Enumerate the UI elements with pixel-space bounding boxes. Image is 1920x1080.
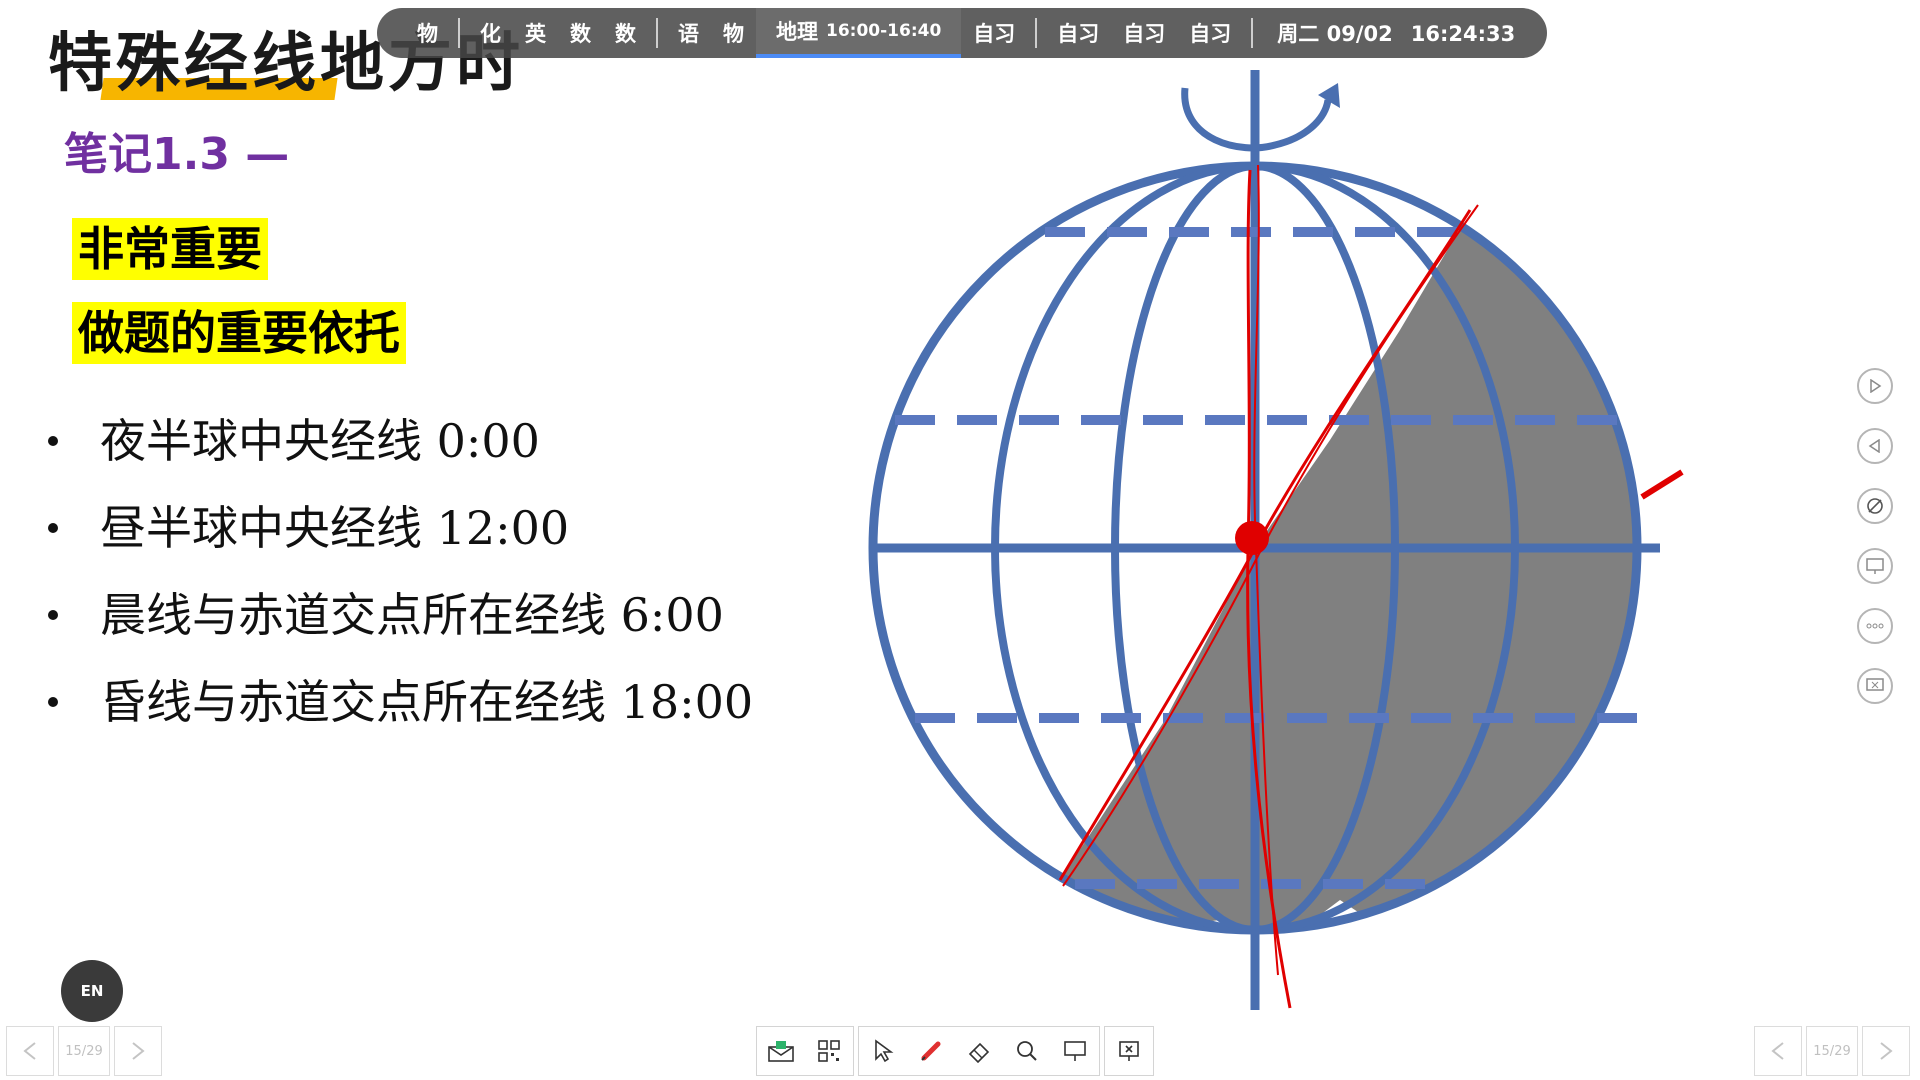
bottom-toolbar [756,1026,1158,1076]
red-annotation-point [1235,521,1269,555]
input-language-label: EN [80,982,104,1000]
page-indicator: 15/29 [1806,1026,1858,1076]
side-toolbar [1857,368,1897,728]
close-screen-icon[interactable] [1857,668,1893,704]
bullet-item: 昼半球中央经线 12:00 [40,495,753,582]
note-heading: 笔记1.3 — [64,129,290,180]
bullet-text: 夜半球中央经线 0:00 [100,414,540,468]
bullet-dot [48,697,58,707]
schedule-separator [1035,18,1038,48]
screen-share-icon[interactable] [1857,548,1893,584]
pen-off-icon[interactable] [1857,488,1893,524]
bullet-text: 晨线与赤道交点所在经线 6:00 [100,588,724,642]
schedule-separator [458,18,460,48]
qr-icon[interactable] [805,1027,853,1075]
board-icon[interactable] [1051,1027,1099,1075]
exit-slide-icon[interactable] [1105,1027,1153,1075]
prev-page-button[interactable] [1754,1026,1802,1076]
pager-left: 15/29 [6,1026,166,1076]
play-prev-icon[interactable] [1857,428,1893,464]
bullet-item: 夜半球中央经线 0:00 [40,408,753,495]
eraser-icon[interactable] [955,1027,1003,1075]
schedule-separator [656,18,658,48]
play-next-icon[interactable] [1857,368,1893,404]
bullet-dot [48,523,58,533]
schedule-item[interactable]: 语 [666,18,711,48]
highlight-basis: 做题的重要依托 [72,302,406,364]
bullet-text: 昼半球中央经线 12:00 [100,501,570,555]
highlight-important: 非常重要 [72,218,268,280]
page-indicator: 15/29 [58,1026,110,1076]
globe-diagram [868,70,1684,1010]
schedule-clock: 周二 09/02 16:24:33 [1265,18,1545,48]
next-page-button[interactable] [114,1026,162,1076]
bullet-dot [48,436,58,446]
schedule-item[interactable]: 物 [711,18,756,48]
toolbar-group [756,1026,854,1076]
bullet-item: 昏线与赤道交点所在经线 18:00 [40,669,753,756]
schedule-bar: 物 化 英 数 数 语 物 地理 16:00-16:40 自习 自习 自习 自习… [377,8,1547,58]
schedule-date: 周二 09/02 [1277,22,1393,46]
schedule-item[interactable]: 英 [513,18,558,48]
schedule-item[interactable]: 化 [468,18,513,48]
zoom-icon[interactable] [1003,1027,1051,1075]
schedule-item[interactable]: 自习 [1177,18,1243,48]
prev-page-button[interactable] [6,1026,54,1076]
schedule-item[interactable]: 数 [558,18,603,48]
schedule-time: 16:24:33 [1410,22,1516,46]
schedule-item[interactable]: 自习 [1045,18,1111,48]
toolbar-group [1104,1026,1154,1076]
schedule-current-label: 地理 [776,20,818,44]
red-annotation-mark [1640,469,1684,500]
night-hemisphere-shade [1060,212,1637,930]
schedule-separator [1251,18,1254,48]
pointer-icon[interactable] [859,1027,907,1075]
bullet-item: 晨线与赤道交点所在经线 6:00 [40,582,753,669]
toolbar-group [858,1026,1100,1076]
mail-icon[interactable] [757,1027,805,1075]
bullet-text: 昏线与赤道交点所在经线 18:00 [100,675,754,729]
schedule-item[interactable]: 自习 [961,18,1027,48]
schedule-item[interactable]: 数 [603,18,648,48]
schedule-item[interactable]: 物 [405,18,450,48]
bullet-list: 夜半球中央经线 0:00 昼半球中央经线 12:00 晨线与赤道交点所在经线 6… [40,408,753,756]
more-icon[interactable] [1857,608,1893,644]
bullet-dot [48,610,58,620]
next-page-button[interactable] [1862,1026,1910,1076]
input-language-badge[interactable]: EN [61,960,123,1022]
pager-right: 15/29 [1754,1026,1914,1076]
schedule-current-time: 16:00-16:40 [826,21,942,41]
schedule-item[interactable]: 自习 [1111,18,1177,48]
schedule-current-item[interactable]: 地理 16:00-16:40 [756,8,962,58]
pen-icon[interactable] [907,1027,955,1075]
